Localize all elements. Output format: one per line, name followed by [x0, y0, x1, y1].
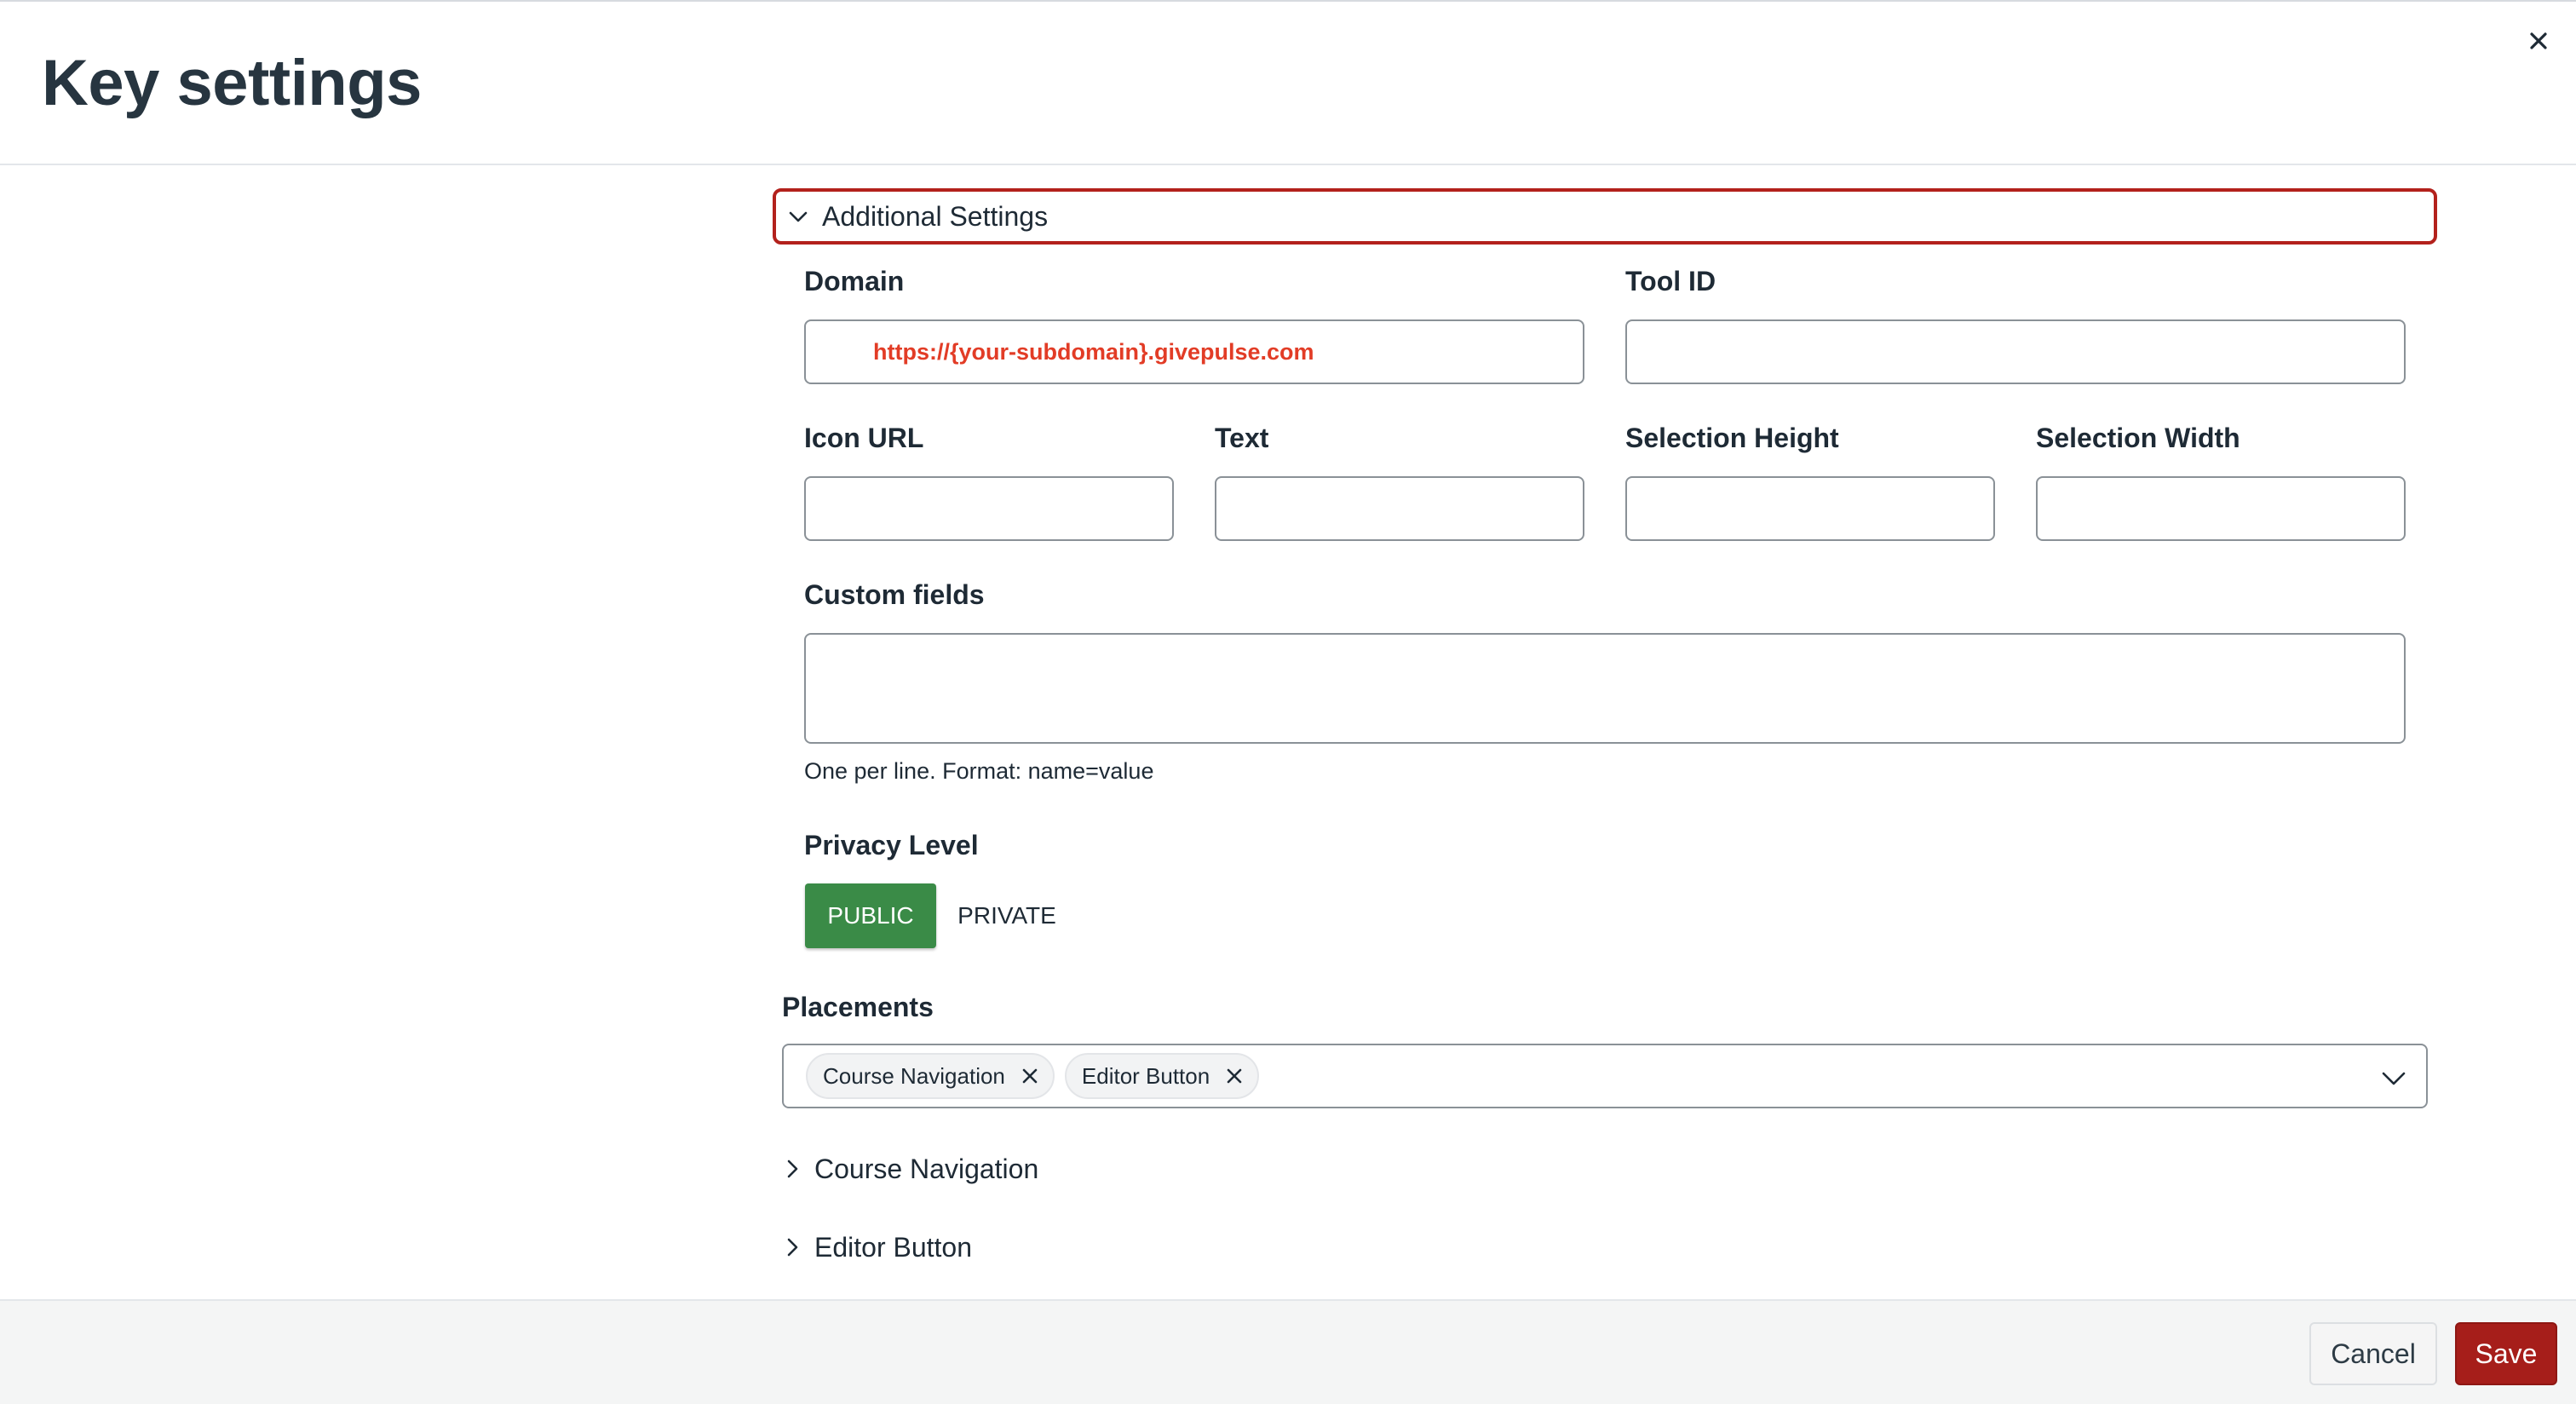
placements-select[interactable]: Course Navigation Editor Button: [782, 1044, 2428, 1108]
placements-label: Placements: [782, 992, 934, 1022]
tool-id-field[interactable]: [1625, 319, 2406, 384]
save-button[interactable]: Save: [2455, 1322, 2557, 1385]
editor-button-toggle[interactable]: Editor Button: [782, 1225, 972, 1269]
chevron-down-icon: [786, 204, 810, 228]
course-navigation-toggle[interactable]: Course Navigation: [782, 1147, 1038, 1191]
cancel-button[interactable]: Cancel: [2309, 1322, 2437, 1385]
selection-height-field[interactable]: [1625, 476, 1995, 541]
close-button[interactable]: [2520, 22, 2557, 60]
additional-settings-label: Additional Settings: [822, 200, 1049, 232]
domain-label: Domain: [804, 266, 905, 296]
text-field[interactable]: [1215, 476, 1584, 541]
custom-fields-label: Custom fields: [804, 579, 985, 610]
chevron-down-icon[interactable]: [2380, 1064, 2407, 1091]
placement-tag-label: Editor Button: [1081, 1062, 1210, 1089]
domain-field[interactable]: [804, 319, 1584, 384]
text-label: Text: [1215, 423, 1269, 453]
additional-settings-toggle[interactable]: Additional Settings: [773, 188, 2437, 245]
selection-width-label: Selection Width: [2036, 423, 2240, 453]
placement-tag: Editor Button: [1064, 1053, 1260, 1099]
selection-height-label: Selection Height: [1625, 423, 1839, 453]
remove-tag-button[interactable]: [1019, 1065, 1041, 1087]
custom-fields-hint: One per line. Format: name=value: [804, 758, 1154, 784]
chevron-right-icon: [782, 1159, 802, 1179]
privacy-level-label: Privacy Level: [804, 830, 979, 860]
remove-tag-button[interactable]: [1223, 1065, 1245, 1087]
close-icon: [1227, 1068, 1242, 1084]
close-icon: [1022, 1068, 1038, 1084]
dialog-footer: Cancel Save: [0, 1299, 2576, 1404]
dialog-header: Key settings: [0, 2, 2576, 165]
dialog-title: Key settings: [42, 47, 422, 119]
icon-url-field[interactable]: [804, 476, 1174, 541]
privacy-public-option[interactable]: PUBLIC: [805, 883, 936, 948]
course-navigation-label: Course Navigation: [814, 1153, 1039, 1184]
tool-id-label: Tool ID: [1625, 266, 1716, 296]
placement-tag-label: Course Navigation: [823, 1062, 1005, 1089]
selection-width-field[interactable]: [2036, 476, 2406, 541]
chevron-right-icon: [782, 1237, 802, 1257]
key-settings-dialog: Key settings Additional Settings Domain …: [0, 0, 2576, 1404]
close-icon: [2530, 32, 2547, 49]
icon-url-label: Icon URL: [804, 423, 924, 453]
privacy-private-option[interactable]: PRIVATE: [947, 883, 1067, 948]
custom-fields-textarea[interactable]: [804, 633, 2406, 744]
editor-button-label: Editor Button: [814, 1231, 972, 1263]
placement-tag: Course Navigation: [806, 1053, 1055, 1099]
